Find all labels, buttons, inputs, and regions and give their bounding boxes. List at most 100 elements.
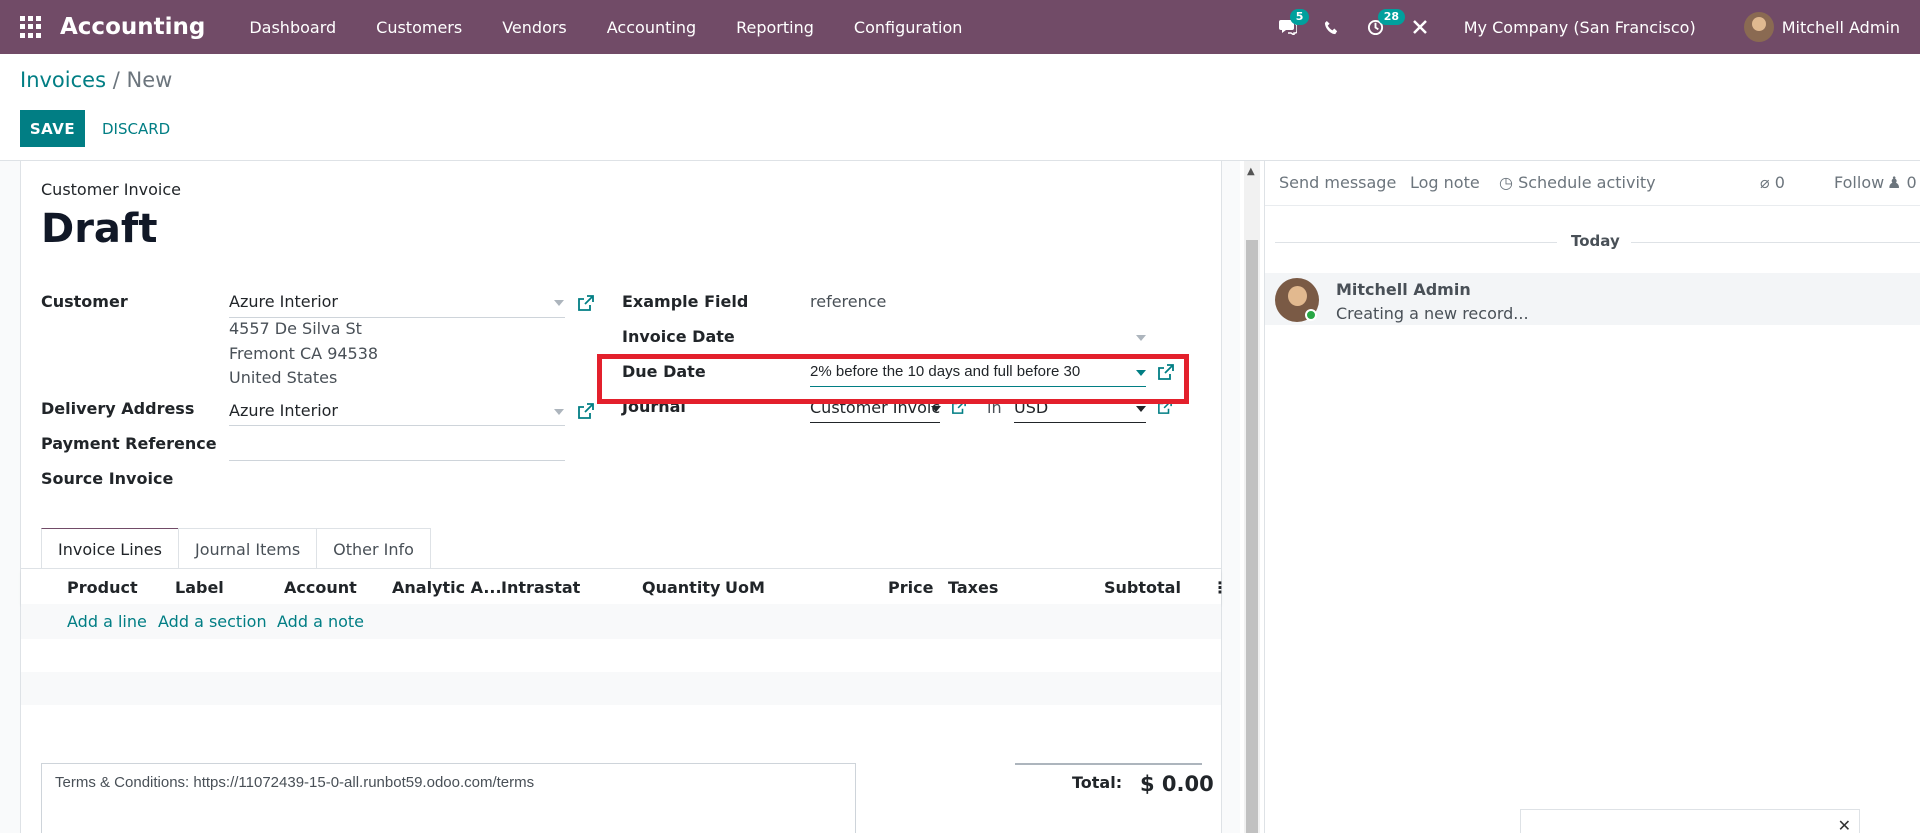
col-analytic[interactable]: Analytic A... [392,578,502,597]
phone-icon[interactable] [1318,0,1346,54]
terms-conditions-text: Terms & Conditions: https://11072439-15-… [55,774,535,791]
col-label[interactable]: Label [175,578,224,597]
follow-button[interactable]: Follow [1834,173,1884,192]
terms-conditions-field[interactable]: Terms & Conditions: https://11072439-15-… [41,763,856,833]
add-section-link[interactable]: Add a section [158,612,267,631]
today-separator: Today [1571,232,1620,250]
col-account[interactable]: Account [284,578,357,597]
invoice-date-label: Invoice Date [622,327,735,346]
invoice-date-dropdown-icon[interactable] [1136,335,1146,341]
debug-tools-icon[interactable] [1406,0,1434,54]
breadcrumb-invoices[interactable]: Invoices [20,68,106,92]
currency-dropdown-icon[interactable] [1136,406,1146,412]
activities-icon[interactable]: 28 [1362,0,1406,54]
menu-accounting[interactable]: Accounting [607,18,696,37]
menu-configuration[interactable]: Configuration [854,18,963,37]
tab-other-info[interactable]: Other Info [316,528,431,569]
save-button[interactable]: SAVE [20,110,85,147]
tab-invoice-lines[interactable]: Invoice Lines [41,528,179,569]
total-label: Total: [1072,773,1123,792]
message-body: Creating a new record... [1336,304,1529,323]
payment-reference-input[interactable] [229,460,565,461]
example-field-label: Example Field [622,292,749,311]
breadcrumb-current: New [126,68,173,92]
top-navbar: Accounting Dashboard Customers Vendors A… [0,0,1920,54]
journal-field-underline [810,422,940,423]
activities-badge: 28 [1377,9,1406,25]
empty-row [21,639,1221,672]
journal-dropdown-icon[interactable] [931,406,941,412]
menu-reporting[interactable]: Reporting [736,18,814,37]
breadcrumb: Invoices / New [20,68,172,92]
menu-customers[interactable]: Customers [376,18,462,37]
invoice-lines-header: Product Label Account Analytic A... Intr… [21,569,1228,604]
add-note-link[interactable]: Add a note [277,612,364,631]
messages-icon[interactable]: 5 [1274,0,1310,54]
col-price[interactable]: Price [888,578,933,597]
col-subtotal[interactable]: Subtotal [1104,578,1181,597]
col-product[interactable]: Product [67,578,138,597]
paperclip-icon: ⌀ [1760,173,1770,192]
notebook-tabs: Invoice Lines Journal Items Other Info [41,528,431,569]
delivery-address-input[interactable]: Azure Interior [229,401,338,420]
col-uom[interactable]: UoM [725,578,765,597]
attachments-count: 0 [1774,173,1785,192]
message-item: Mitchell Admin Creating a new record... [1265,273,1920,325]
col-taxes[interactable]: Taxes [948,578,998,597]
apps-menu-icon[interactable] [20,16,42,38]
delivery-external-link-icon[interactable] [578,403,594,419]
col-quantity[interactable]: Quantity [642,578,720,597]
address-line-3: United States [229,368,338,387]
customer-field-underline [229,317,565,318]
log-note-button[interactable]: Log note [1410,173,1480,192]
delivery-field-underline [229,425,565,426]
source-invoice-label: Source Invoice [41,469,174,488]
user-menu[interactable]: Mitchell Admin [1782,18,1900,37]
total-amount: $ 0.00 [1140,772,1214,796]
schedule-activity-label: Schedule activity [1518,173,1656,192]
schedule-activity-button[interactable]: ◷ Schedule activity [1499,173,1656,192]
currency-field-underline [1014,422,1146,423]
chat-window: ✕ [1520,809,1860,833]
breadcrumb-separator: / [112,68,120,92]
customer-external-link-icon[interactable] [578,295,594,311]
app-title[interactable]: Accounting [60,14,205,40]
chatter-topbar-divider [1265,205,1920,206]
form-scrollbar-thumb[interactable] [1246,240,1258,833]
total-divider [1015,763,1202,765]
customer-dropdown-icon[interactable] [554,300,564,306]
payment-reference-label: Payment Reference [41,434,217,453]
menu-dashboard[interactable]: Dashboard [249,18,336,37]
scroll-up-arrow-icon[interactable]: ▲ [1247,166,1255,177]
form-sheet [20,161,1222,833]
example-field-value[interactable]: reference [810,292,886,311]
add-line-link[interactable]: Add a line [67,612,147,631]
menu-vendors[interactable]: Vendors [502,18,567,37]
customer-input[interactable]: Azure Interior [229,292,338,311]
send-message-button[interactable]: Send message [1279,173,1396,192]
user-icon: ♟ [1887,173,1902,192]
optional-columns-icon[interactable]: ⋮ [1212,578,1228,597]
tab-journal-items[interactable]: Journal Items [177,528,318,569]
company-switcher[interactable]: My Company (San Francisco) [1464,18,1696,37]
today-divider-left [1275,242,1557,243]
chatter-panel: Send message Log note ◷ Schedule activit… [1264,161,1920,833]
discard-button[interactable]: DISCARD [92,110,180,147]
invoice-state: Draft [41,206,158,252]
messages-badge: 5 [1289,9,1310,25]
customer-label: Customer [41,292,128,311]
delivery-dropdown-icon[interactable] [554,409,564,415]
online-status-icon [1305,309,1317,321]
address-line-2: Fremont CA 94538 [229,344,379,363]
add-line-row: Add a line Add a section Add a note [21,604,1221,639]
followers-button[interactable]: ♟ 0 [1887,173,1917,192]
close-icon[interactable]: ✕ [1838,816,1851,833]
clock-icon: ◷ [1499,173,1513,192]
attachments-button[interactable]: ⌀ 0 [1760,173,1785,192]
col-intrastat[interactable]: Intrastat [501,578,580,597]
delivery-address-label: Delivery Address [41,399,195,418]
invoice-type: Customer Invoice [41,180,182,199]
followers-count: 0 [1906,173,1917,192]
message-author[interactable]: Mitchell Admin [1336,280,1471,299]
user-avatar[interactable] [1743,12,1774,42]
